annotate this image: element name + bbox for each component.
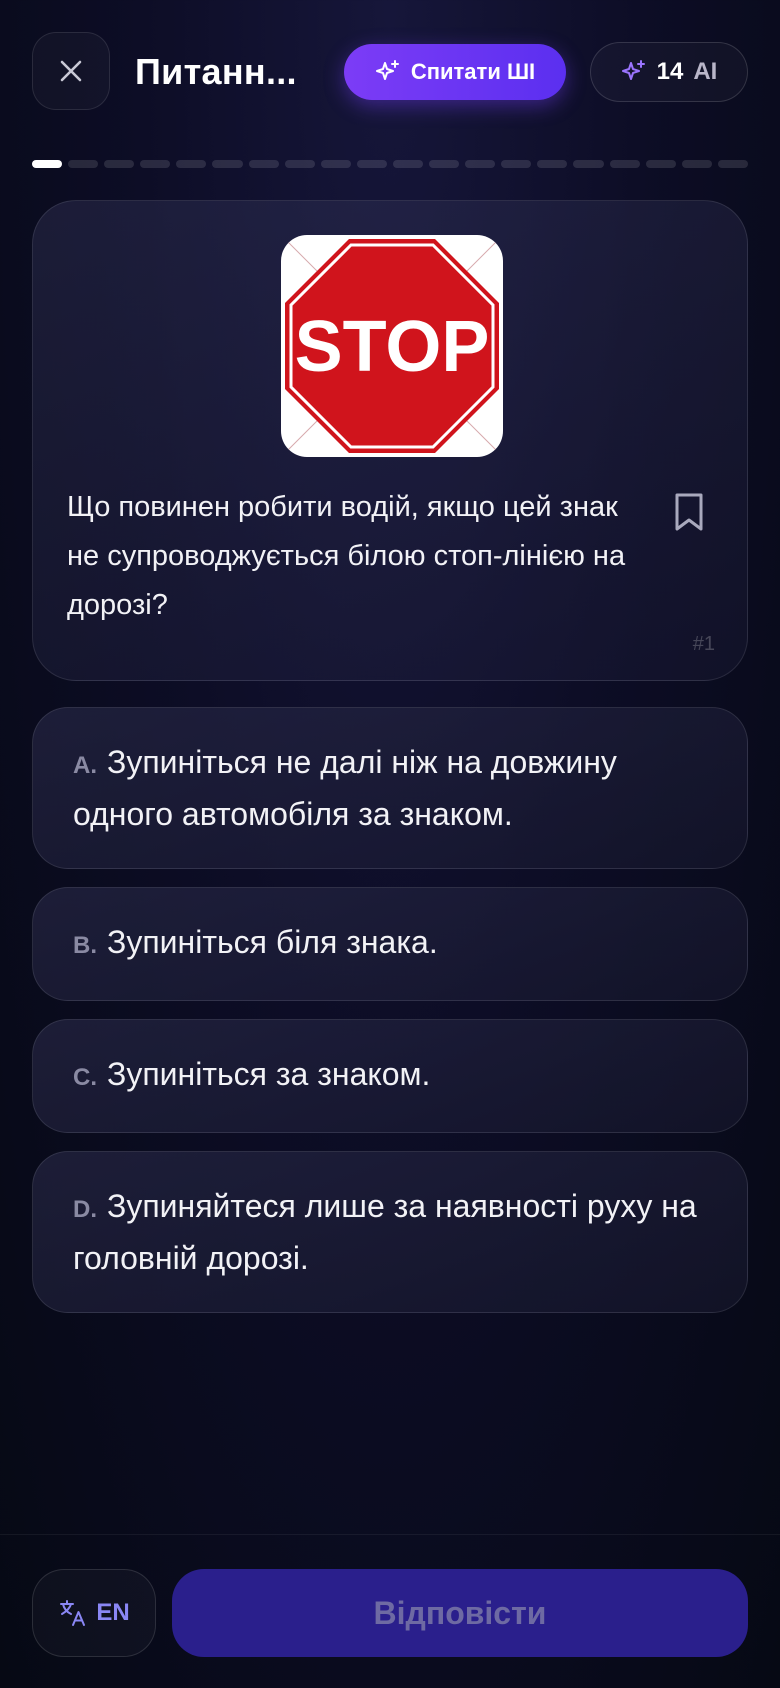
option-letter: C. (73, 1064, 97, 1091)
progress-segment (176, 160, 207, 168)
progress-segment (645, 160, 676, 168)
progress-segment (501, 160, 532, 168)
option-content: B. Зупиніться біля знака. (73, 918, 438, 970)
translate-icon (60, 1600, 86, 1626)
language-label: EN (96, 1599, 130, 1626)
ask-ai-button[interactable]: Спитати ШІ (344, 44, 566, 100)
credits-unit: AI (693, 58, 718, 85)
question-text: Що повинен робити водій, якщо цей знак н… (67, 491, 626, 621)
question-progress-bar (32, 160, 748, 168)
option-content: D. Зупиняйтеся лише за наявності руху на … (73, 1182, 707, 1283)
answer-option-b[interactable]: B. Зупиніться біля знака. (32, 887, 748, 1001)
credits-count: 14 (656, 58, 684, 85)
question-card: STOP Що повинен робити водій, якщо цей з… (32, 200, 748, 681)
progress-segment (356, 160, 387, 168)
progress-segment (537, 160, 568, 168)
sparkle-icon (621, 60, 645, 80)
progress-segment (320, 160, 351, 168)
progress-segment (68, 160, 99, 168)
page-title: Питанн... (135, 51, 297, 92)
option-content: C. Зупиніться за знаком. (73, 1050, 430, 1102)
answer-option-c[interactable]: C. Зупиніться за знаком. (32, 1019, 748, 1133)
answer-option-a[interactable]: A. Зупиніться не далі ніж на довжину одно… (32, 707, 748, 869)
progress-segment (32, 160, 63, 168)
progress-segment (573, 160, 604, 168)
top-bar: Питанн... Спитати ШІ 14 AI (0, 0, 780, 150)
option-content: A. Зупиніться не далі ніж на довжину одно… (73, 738, 707, 839)
progress-segment (429, 160, 460, 168)
close-button[interactable] (32, 32, 110, 110)
progress-segment (248, 160, 279, 168)
bookmark-button[interactable] (669, 491, 709, 535)
bookmark-icon (675, 493, 703, 531)
option-letter: A. (73, 751, 97, 779)
language-toggle-button[interactable]: EN (32, 1569, 156, 1657)
progress-segment (681, 160, 712, 168)
submit-answer-label: Відповісти (373, 1594, 547, 1631)
option-text: Зупиніться за знаком. (107, 1056, 431, 1092)
sparkle-icon (375, 60, 399, 80)
close-icon (60, 60, 82, 82)
option-text: Зупиняйтеся лише за наявності руху на го… (73, 1187, 697, 1276)
progress-segment (104, 160, 135, 168)
ask-ai-label: Спитати ШІ (410, 59, 536, 84)
option-letter: B. (73, 932, 97, 959)
submit-answer-button[interactable]: Відповісти (172, 1569, 748, 1657)
stop-sign-image: STOP (281, 235, 503, 457)
ai-credits-badge[interactable]: 14 AI (590, 42, 748, 102)
stop-sign-text: STOP (295, 307, 490, 387)
option-text: Зупиніться не далі ніж на довжину одного… (73, 743, 617, 832)
progress-segment (140, 160, 171, 168)
progress-segment (392, 160, 424, 168)
progress-segment (717, 160, 748, 168)
bottom-action-bar: EN Відповісти (0, 1534, 780, 1688)
progress-segment (284, 160, 315, 168)
progress-segment (609, 160, 640, 168)
option-text: Зупиніться біля знака. (107, 924, 438, 960)
answer-option-d[interactable]: D. Зупиняйтеся лише за наявності руху на … (32, 1151, 748, 1313)
progress-segment (212, 160, 243, 168)
question-number: #1 (692, 633, 715, 655)
option-letter: D. (73, 1195, 97, 1223)
progress-segment (465, 160, 496, 168)
